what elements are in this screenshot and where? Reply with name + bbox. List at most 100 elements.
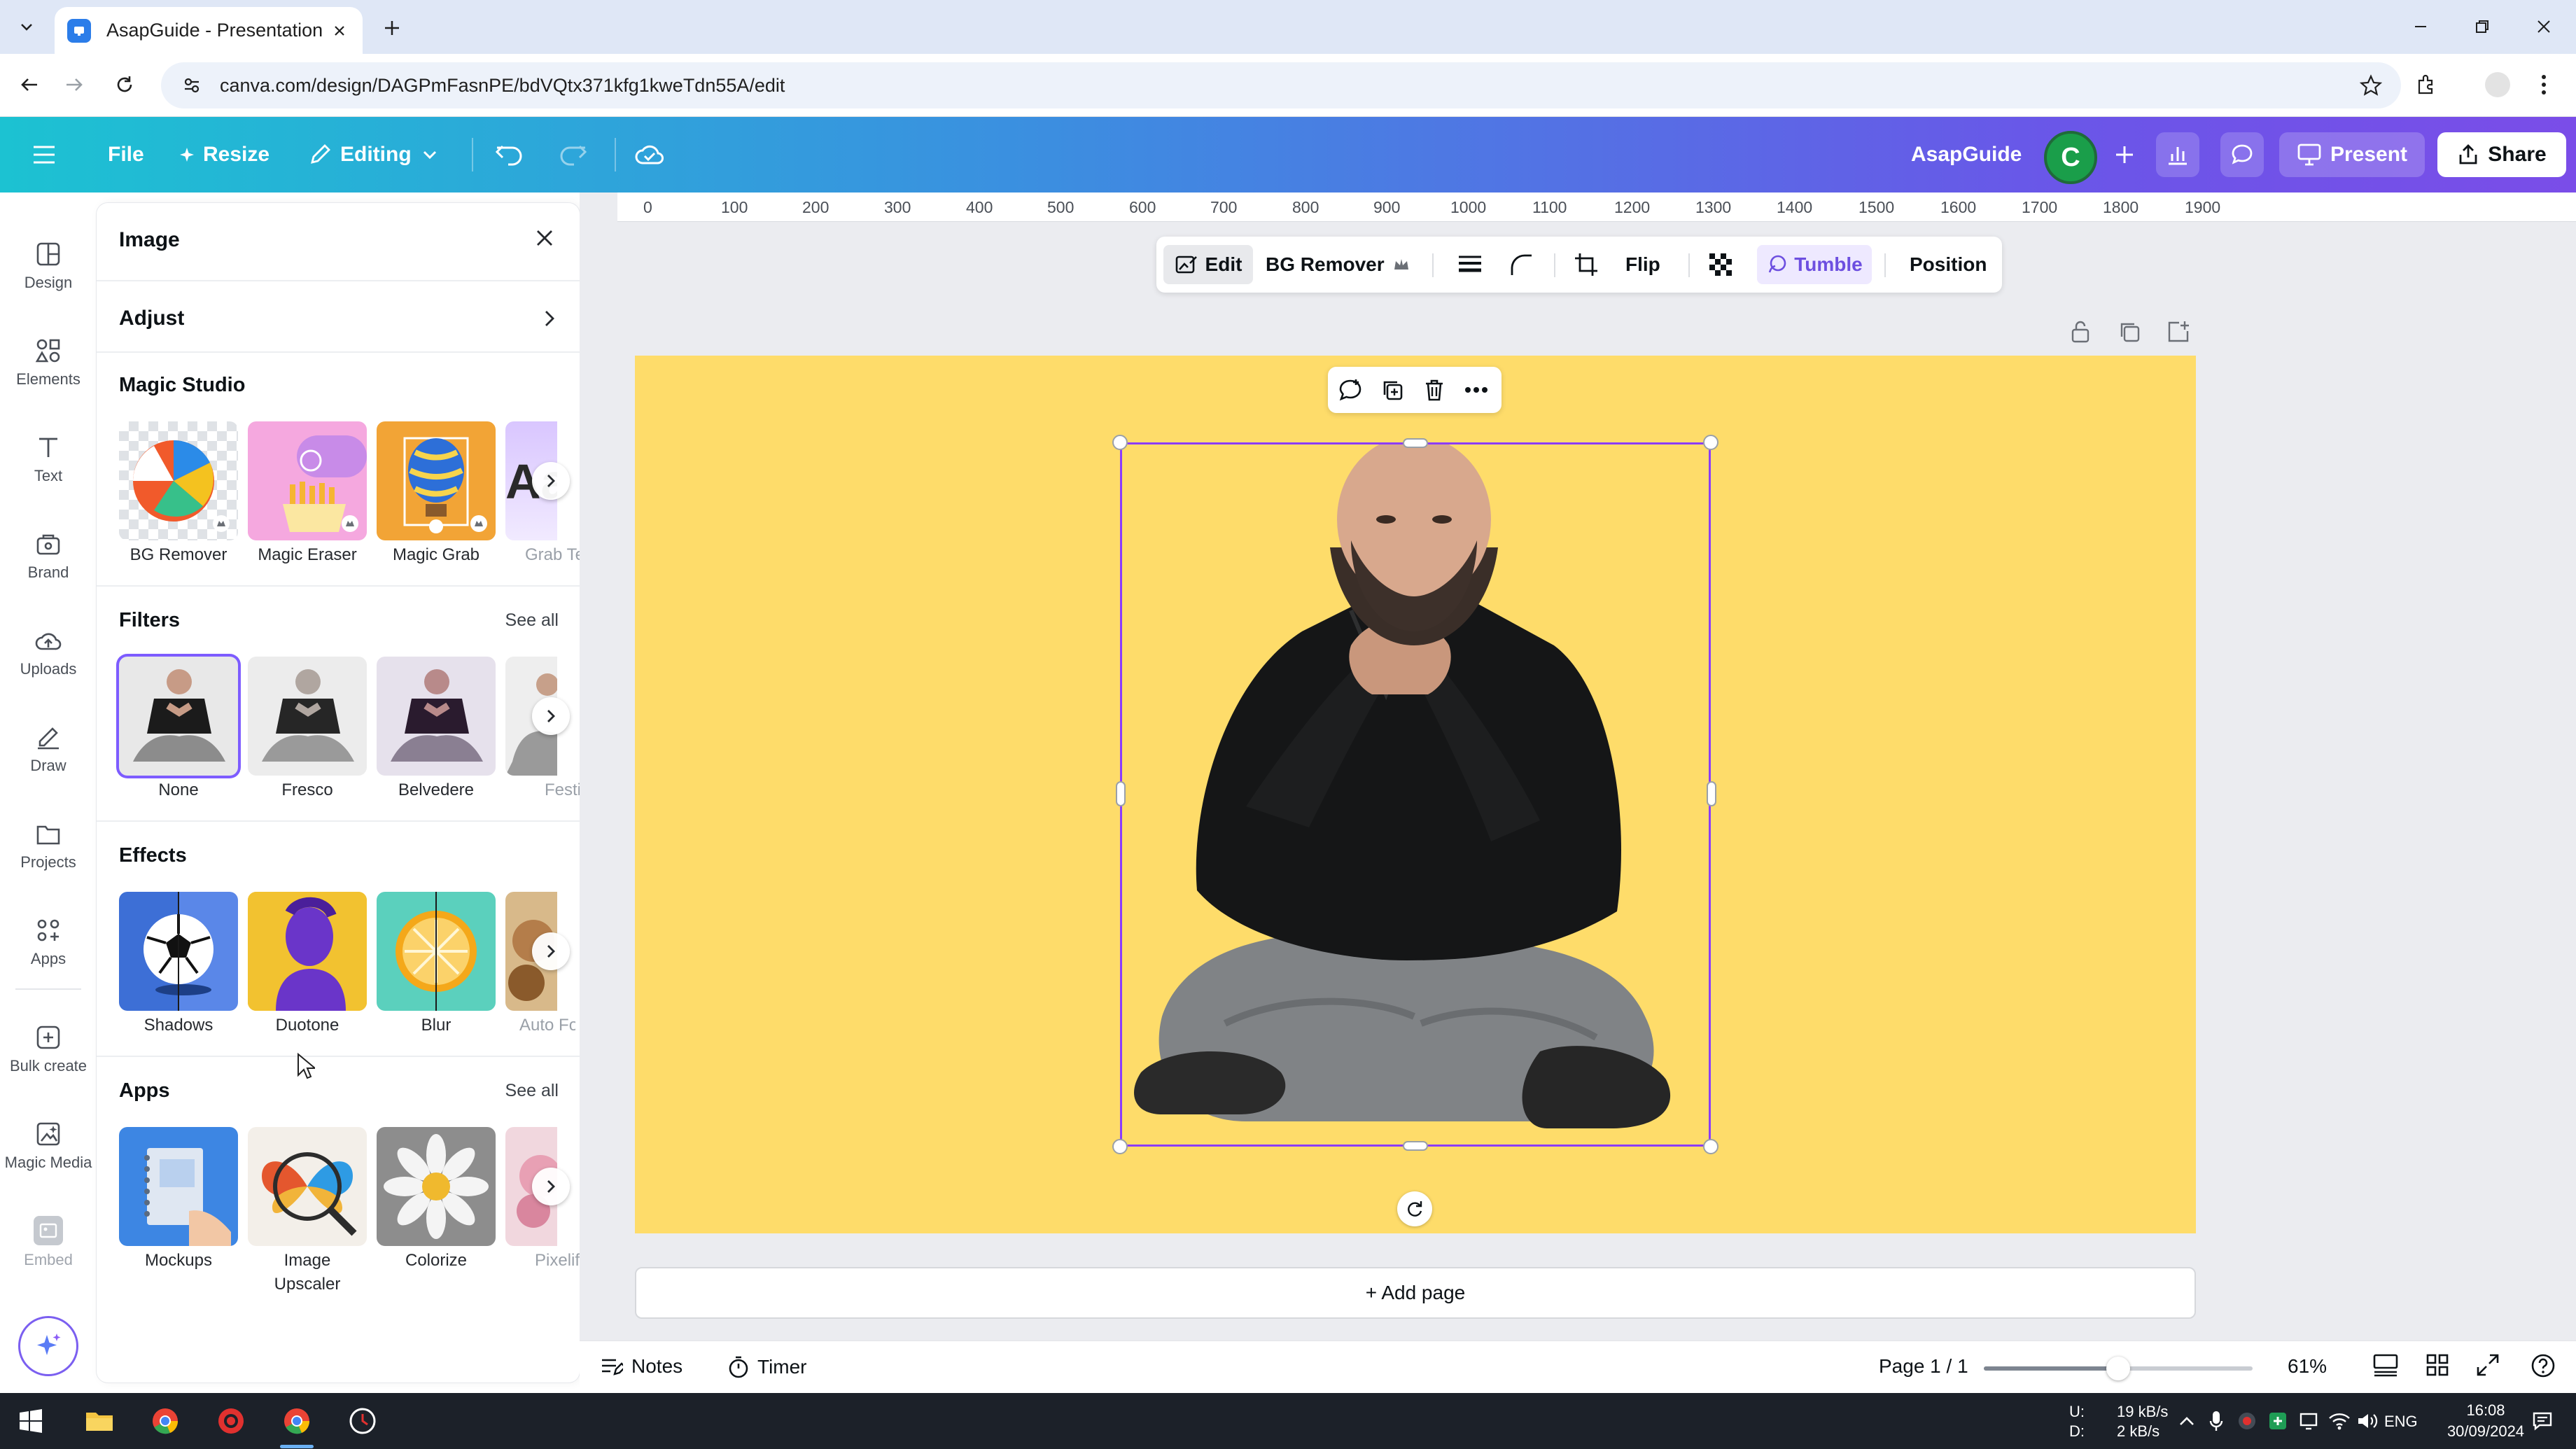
filter-fresco-thumb[interactable] <box>248 657 367 776</box>
magic-grab-thumb[interactable] <box>377 421 496 540</box>
resize-handle[interactable] <box>1112 1139 1128 1154</box>
team-name[interactable]: AsapGuide <box>1911 132 2022 177</box>
resize-handle[interactable] <box>1707 781 1716 806</box>
crop-icon[interactable] <box>1574 245 1599 284</box>
effects-scroll-right-icon[interactable] <box>532 932 570 970</box>
tray-chevron-up-icon[interactable] <box>2173 1407 2201 1435</box>
bg-remover-button[interactable]: BG Remover <box>1266 245 1410 284</box>
green-app-tray-icon[interactable] <box>2264 1407 2292 1435</box>
zoom-slider[interactable] <box>1984 1357 2253 1380</box>
more-options-icon[interactable] <box>1461 374 1492 405</box>
apps-see-all-link[interactable]: See all <box>505 1081 559 1101</box>
language-indicator[interactable]: ENG <box>2384 1413 2418 1431</box>
back-icon[interactable] <box>14 69 45 100</box>
comment-icon[interactable] <box>2220 132 2264 177</box>
add-page-button[interactable]: + Add page <box>635 1267 2196 1319</box>
rail-item-projects[interactable]: Projects <box>0 804 97 888</box>
effect-shadows-thumb[interactable] <box>119 892 238 1011</box>
file-menu-button[interactable]: File <box>108 132 144 177</box>
fullscreen-icon[interactable] <box>2475 1352 2500 1378</box>
windows-start-icon[interactable] <box>13 1403 49 1439</box>
new-tab-icon[interactable] <box>378 14 406 42</box>
profile-avatar-icon[interactable] <box>2482 69 2513 100</box>
share-button[interactable]: Share <box>2437 132 2566 177</box>
filter-belvedere-thumb[interactable] <box>377 657 496 776</box>
transparency-icon[interactable] <box>1708 245 1733 284</box>
grid-view-icon[interactable] <box>2425 1352 2450 1378</box>
rail-item-apps[interactable]: Apps <box>0 900 97 984</box>
tab-close-icon[interactable] <box>329 20 350 41</box>
redo-icon[interactable] <box>557 132 588 177</box>
app-colorize-thumb[interactable] <box>377 1127 496 1246</box>
invite-plus-icon[interactable] <box>2103 132 2146 177</box>
clock-time[interactable]: 16:08 <box>2447 1401 2524 1420</box>
panel-close-icon[interactable] <box>528 221 561 255</box>
url-field[interactable]: canva.com/design/DAGPmFasnPE/bdVQtx371kf… <box>161 62 2401 108</box>
cloud-save-status-icon[interactable] <box>634 132 665 177</box>
lock-page-icon[interactable] <box>2065 316 2096 347</box>
resize-handle[interactable] <box>1703 1139 1718 1154</box>
apps-scroll-right-icon[interactable] <box>532 1168 570 1205</box>
extensions-icon[interactable] <box>2411 69 2442 100</box>
notification-center-icon[interactable] <box>2528 1407 2556 1435</box>
app-mockups-thumb[interactable] <box>119 1127 238 1246</box>
notes-button[interactable]: Notes <box>599 1355 682 1378</box>
clock-app-icon[interactable] <box>344 1403 381 1439</box>
resize-handle[interactable] <box>1703 435 1718 450</box>
timer-button[interactable]: Timer <box>728 1355 807 1379</box>
screen-recorder-icon[interactable] <box>213 1403 249 1439</box>
rail-item-uploads[interactable]: Uploads <box>0 610 97 694</box>
file-explorer-icon[interactable] <box>81 1403 118 1439</box>
undo-icon[interactable] <box>494 132 525 177</box>
record-tray-icon[interactable] <box>2233 1407 2261 1435</box>
flip-button[interactable]: Flip <box>1625 245 1660 284</box>
adjust-row[interactable]: Adjust <box>119 301 557 336</box>
add-comment-icon[interactable] <box>1335 374 1366 405</box>
microphone-icon[interactable] <box>2202 1407 2230 1435</box>
bookmark-star-icon[interactable] <box>2359 74 2383 97</box>
bg-remover-thumb[interactable] <box>119 421 238 540</box>
magic-studio-scroll-right-icon[interactable] <box>532 462 570 500</box>
filters-see-all-link[interactable]: See all <box>505 610 559 631</box>
delete-trash-icon[interactable] <box>1419 374 1450 405</box>
tab-search-icon[interactable] <box>11 11 42 42</box>
window-close-icon[interactable] <box>2528 13 2559 41</box>
effect-blur-thumb[interactable] <box>377 892 496 1011</box>
rail-item-bulk-create[interactable]: Bulk create <box>0 1007 97 1091</box>
forward-icon[interactable] <box>59 69 90 100</box>
chrome-active-icon[interactable] <box>279 1403 315 1439</box>
page-indicator[interactable]: Page 1 / 1 <box>1879 1355 1968 1378</box>
resize-handle[interactable] <box>1116 781 1126 806</box>
add-page-icon[interactable] <box>2163 316 2194 347</box>
chrome-icon[interactable] <box>147 1403 183 1439</box>
speaker-icon[interactable] <box>2353 1407 2381 1435</box>
edit-image-button[interactable]: Edit <box>1163 245 1253 284</box>
rail-item-design[interactable]: Design <box>0 224 97 308</box>
resize-handle[interactable] <box>1403 438 1428 448</box>
zoom-slider-knob[interactable] <box>2106 1357 2130 1380</box>
rotate-handle-icon[interactable] <box>1397 1191 1432 1226</box>
reload-icon[interactable] <box>109 69 140 100</box>
rail-item-magic-media[interactable]: Magic Media <box>0 1104 97 1188</box>
resize-handle[interactable] <box>1112 435 1128 450</box>
minimize-icon[interactable] <box>2405 13 2436 41</box>
magic-eraser-thumb[interactable] <box>248 421 367 540</box>
editing-mode-button[interactable]: Editing <box>308 132 438 177</box>
position-button[interactable]: Position <box>1910 245 1987 284</box>
duplicate-icon[interactable] <box>1377 374 1408 405</box>
rail-item-text[interactable]: Text <box>0 417 97 501</box>
filters-scroll-right-icon[interactable] <box>532 697 570 735</box>
app-image-upscaler-thumb[interactable] <box>248 1127 367 1246</box>
user-avatar[interactable]: C <box>2044 131 2097 184</box>
rail-item-brand[interactable]: Brand <box>0 514 97 598</box>
effect-duotone-thumb[interactable] <box>248 892 367 1011</box>
main-menu-icon[interactable] <box>32 132 56 177</box>
browser-tab[interactable]: AsapGuide - Presentation <box>55 7 363 54</box>
clock-date[interactable]: 30/09/2024 <box>2433 1422 2538 1441</box>
resize-button[interactable]: Resize <box>179 132 270 177</box>
wifi-icon[interactable] <box>2325 1407 2353 1435</box>
resize-handle[interactable] <box>1403 1141 1428 1151</box>
restore-icon[interactable] <box>2467 13 2498 41</box>
rail-item-embed[interactable]: Embed <box>0 1200 97 1284</box>
border-style-icon[interactable] <box>1457 245 1483 284</box>
